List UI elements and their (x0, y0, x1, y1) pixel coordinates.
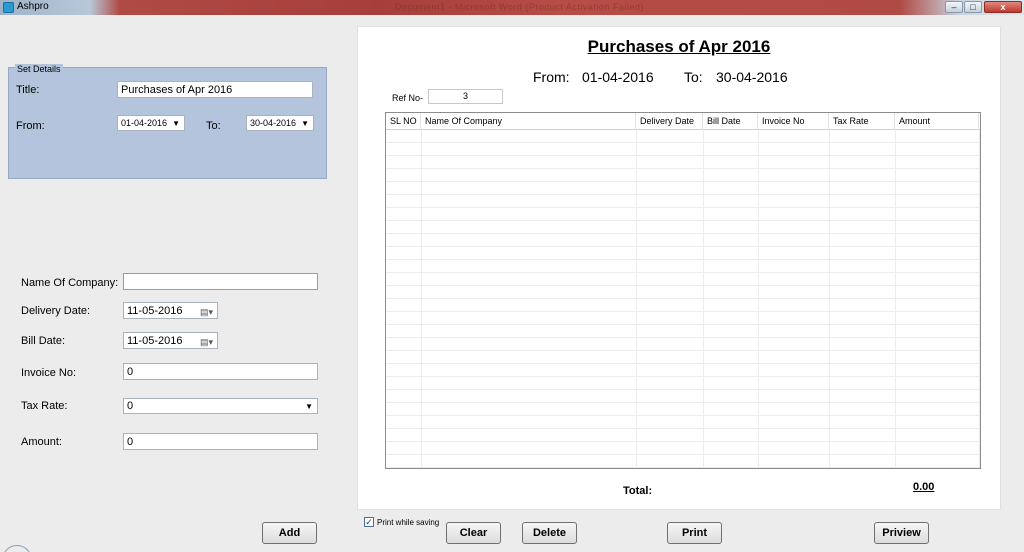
start-orb-icon (2, 545, 32, 552)
company-input[interactable] (123, 273, 318, 290)
to-label: To: (206, 120, 221, 132)
set-details-group: Set Details Title: Purchases of Apr 2016… (8, 64, 327, 179)
grid-rows (386, 130, 979, 468)
title-bar: Ashpro Document1 - Microsoft Word (Produ… (0, 0, 1024, 15)
chevron-down-icon: ▼ (301, 119, 309, 128)
tax-rate-label: Tax Rate: (21, 400, 68, 412)
grid-header: SL NO Name Of Company Delivery Date Bill… (386, 113, 980, 130)
to-date-dropdown[interactable]: 30-04-2016 ▼ (246, 115, 314, 131)
invoice-label: Invoice No: (21, 367, 77, 379)
purchases-grid[interactable]: SL NO Name Of Company Delivery Date Bill… (385, 112, 981, 469)
print-button[interactable]: Print (667, 522, 722, 544)
close-button[interactable]: x (984, 1, 1022, 13)
column-header-invoice-no[interactable]: Invoice No (758, 113, 829, 130)
report-to-value: 30-04-2016 (716, 69, 788, 85)
column-header-bill-date[interactable]: Bill Date (703, 113, 758, 130)
title-input[interactable]: Purchases of Apr 2016 (117, 81, 313, 98)
maximize-button[interactable]: □ (964, 1, 982, 13)
print-while-saving-checkbox[interactable]: ✓ (364, 517, 374, 527)
chevron-down-icon: ▼ (172, 119, 180, 128)
from-date-dropdown[interactable]: 01-04-2016 ▼ (117, 115, 185, 131)
ref-no-label: Ref No- (392, 93, 424, 103)
minimize-button[interactable]: – (945, 1, 963, 13)
chevron-down-icon: ▼ (305, 402, 313, 411)
report-to-label: To: (684, 69, 703, 85)
from-date-value: 01-04-2016 (121, 118, 168, 128)
column-header-delivery-date[interactable]: Delivery Date (636, 113, 703, 130)
company-label: Name Of Company: (21, 277, 119, 289)
grid-column-divider (829, 130, 830, 468)
set-details-legend: Set Details (15, 64, 63, 74)
delivery-date-picker[interactable]: 11-05-2016 ▤▾ (123, 302, 218, 319)
bill-date-value: 11-05-2016 (127, 335, 183, 347)
tax-rate-value: 0 (127, 400, 134, 412)
ref-no-input[interactable]: 3 (428, 89, 503, 104)
calendar-icon: ▤▾ (199, 337, 213, 347)
bill-date-label: Bill Date: (21, 335, 66, 347)
invoice-input[interactable]: 0 (123, 363, 318, 380)
grid-column-divider (421, 130, 422, 468)
report-title: Purchases of Apr 2016 (587, 37, 771, 56)
grid-column-divider (636, 130, 637, 468)
clear-button[interactable]: Clear (446, 522, 501, 544)
grid-column-divider (703, 130, 704, 468)
grid-column-divider (979, 130, 980, 468)
preview-button[interactable]: Priview (874, 522, 929, 544)
column-header-sl-no[interactable]: SL NO (386, 113, 421, 130)
grid-column-divider (758, 130, 759, 468)
calendar-icon: ▤▾ (199, 307, 213, 317)
column-header-tax-rate[interactable]: Tax Rate (829, 113, 895, 130)
tax-rate-dropdown[interactable]: 0 ▼ (123, 398, 318, 414)
app-icon (3, 2, 14, 13)
report-from-value: 01-04-2016 (582, 69, 654, 85)
column-header-amount[interactable]: Amount (895, 113, 979, 130)
to-date-value: 30-04-2016 (250, 118, 297, 128)
from-label: From: (16, 120, 45, 132)
grid-column-divider (895, 130, 896, 468)
report-from-label: From: (533, 69, 570, 85)
delivery-date-label: Delivery Date: (21, 305, 91, 317)
column-header-company[interactable]: Name Of Company (421, 113, 636, 130)
delete-button[interactable]: Delete (522, 522, 577, 544)
amount-input[interactable]: 0 (123, 433, 318, 450)
delivery-date-value: 11-05-2016 (127, 305, 183, 317)
total-value: 0.00 (913, 481, 935, 493)
total-label: Total: (623, 485, 653, 497)
report-panel: Purchases of Apr 2016 From: 01-04-2016 T… (357, 26, 1001, 510)
amount-label: Amount: (21, 436, 62, 448)
bill-date-picker[interactable]: 11-05-2016 ▤▾ (123, 332, 218, 349)
print-while-saving-label: Print while saving (377, 518, 440, 527)
title-label: Title: (16, 84, 40, 96)
window-title: Ashpro (17, 1, 49, 12)
background-window-title: Document1 - Microsoft Word (Product Acti… (395, 2, 644, 12)
add-button[interactable]: Add (262, 522, 317, 544)
